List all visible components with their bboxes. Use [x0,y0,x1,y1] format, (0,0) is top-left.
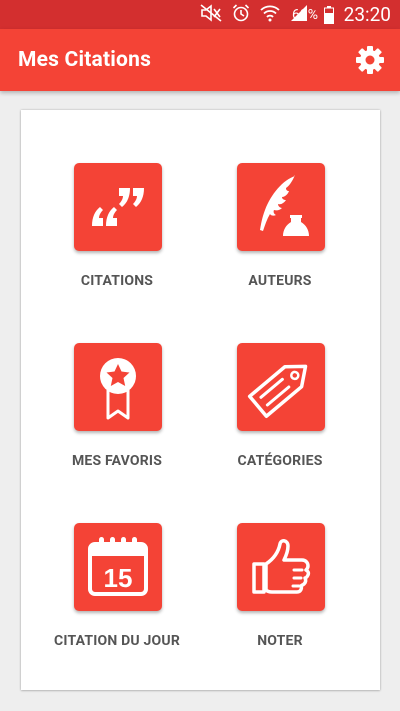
menu-item-label: MES FAVORIS [71,453,163,469]
tag-icon [237,343,325,431]
calendar-icon: 15 [74,523,162,611]
menu-item-citation-du-jour[interactable]: 15 CITATION DU JOUR [32,523,202,673]
award-ribbon-icon [74,343,162,431]
alarm-icon [232,4,250,26]
quote-icon [74,163,162,251]
app-title: Mes Citations [18,48,152,72]
menu-item-mes-favoris[interactable]: MES FAVORIS [32,343,202,493]
gear-icon [356,46,384,74]
battery-percentage: 68% [292,7,318,23]
menu-item-label: CITATIONS [80,273,154,289]
menu-item-categories[interactable]: CATÉGORIES [195,343,365,493]
menu-item-auteurs[interactable]: AUTEURS [195,163,365,313]
menu-item-noter[interactable]: NOTER [195,523,365,673]
battery-icon [324,6,334,24]
mute-icon [200,4,222,26]
status-clock: 23:20 [343,3,391,26]
thumbs-up-icon [237,523,325,611]
quill-ink-icon [237,163,325,251]
svg-text:15: 15 [104,563,133,593]
menu-item-label: NOTER [257,633,303,649]
menu-item-citations[interactable]: CITATIONS [32,163,202,313]
menu-card: CITATIONS AUTEURS MES FAVORIS CATÉGORIES… [21,110,380,690]
settings-button[interactable] [352,42,388,78]
app-bar: Mes Citations [0,29,400,91]
menu-item-label: CATÉGORIES [237,453,323,469]
menu-item-label: CITATION DU JOUR [53,633,181,649]
menu-item-label: AUTEURS [248,273,312,289]
status-bar: 68% 23:20 [0,0,400,29]
wifi-icon [260,4,280,26]
